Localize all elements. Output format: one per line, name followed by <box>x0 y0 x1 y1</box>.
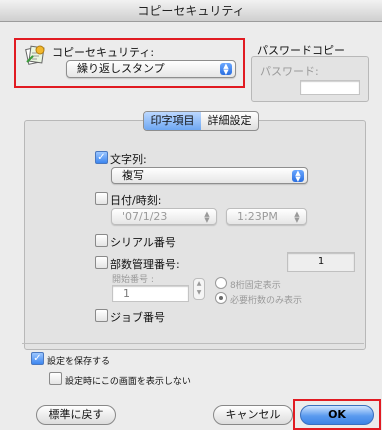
radio-needed-digits-label: 必要桁数のみ表示 <box>230 296 303 306</box>
serial-number-checkbox[interactable] <box>95 234 108 247</box>
text-string-label: 文字列: <box>110 153 147 166</box>
tab-bar: 印字項目 詳細設定 <box>143 111 259 131</box>
radio-needed-digits[interactable] <box>215 292 227 304</box>
copy-security-label: コピーセキュリティ: <box>52 46 155 59</box>
select-arrows-icon: ▲ ▼ <box>204 210 210 224</box>
ok-button[interactable]: OK <box>300 405 374 425</box>
password-input[interactable] <box>300 80 360 95</box>
print-items-panel <box>24 120 366 350</box>
text-string-select[interactable]: 複写 ▲ ▼ <box>111 167 308 184</box>
radio-fixed-8-digits-label: 8桁固定表示 <box>230 281 281 291</box>
start-number-label: 開始番号 : <box>112 275 154 285</box>
start-number-value: 1 <box>123 287 130 300</box>
date-time-label: 日付/時刻: <box>110 194 162 207</box>
date-select-value: '07/1/23 <box>122 210 168 223</box>
job-number-label: ジョブ番号 <box>110 311 165 324</box>
start-number-input[interactable]: 1 <box>112 285 189 302</box>
restore-defaults-button[interactable]: 標準に戻す <box>36 405 116 425</box>
copy-control-number-value: 1 <box>317 256 325 267</box>
date-time-checkbox[interactable] <box>95 192 108 205</box>
password-label: パスワード: <box>260 65 319 78</box>
cancel-button[interactable]: キャンセル <box>213 405 293 425</box>
dont-show-label: 設定時にこの画面を表示しない <box>65 377 191 387</box>
select-arrows-icon: ▲ ▼ <box>294 210 300 224</box>
copy-control-number-label: 部数管理番号: <box>110 258 180 271</box>
job-number-checkbox[interactable] <box>95 309 108 322</box>
serial-number-label: シリアル番号 <box>110 236 176 249</box>
copy-security-select-value: 繰り返しスタンプ <box>77 62 165 75</box>
copy-security-select[interactable]: 繰り返しスタンプ ▲ ▼ <box>66 60 236 78</box>
tab-print-items[interactable]: 印字項目 <box>144 112 201 130</box>
copy-security-icon <box>24 44 46 66</box>
copy-control-number-checkbox[interactable] <box>95 256 108 269</box>
copy-control-number-field[interactable]: 1 <box>287 252 355 272</box>
radio-fixed-8-digits[interactable] <box>215 277 227 289</box>
window-title: コピーセキュリティ <box>137 4 245 18</box>
tab-detail-settings[interactable]: 詳細設定 <box>201 112 258 130</box>
dont-show-checkbox[interactable] <box>49 372 62 385</box>
start-number-stepper[interactable]: ▲ ▼ <box>193 278 205 300</box>
select-arrows-icon: ▲ ▼ <box>292 170 304 183</box>
time-select[interactable]: 1:23PM ▲ ▼ <box>226 208 307 225</box>
text-string-checkbox[interactable]: ✓ <box>95 151 108 164</box>
text-string-select-value: 複写 <box>122 169 144 182</box>
save-settings-checkbox[interactable]: ✓ <box>31 352 44 365</box>
window-title-bar: コピーセキュリティ <box>0 0 382 22</box>
separator <box>22 343 364 344</box>
date-select[interactable]: '07/1/23 ▲ ▼ <box>111 208 217 225</box>
select-arrows-icon: ▲ ▼ <box>220 63 232 76</box>
time-select-value: 1:23PM <box>237 210 278 223</box>
save-settings-label: 設定を保存する <box>47 357 111 367</box>
